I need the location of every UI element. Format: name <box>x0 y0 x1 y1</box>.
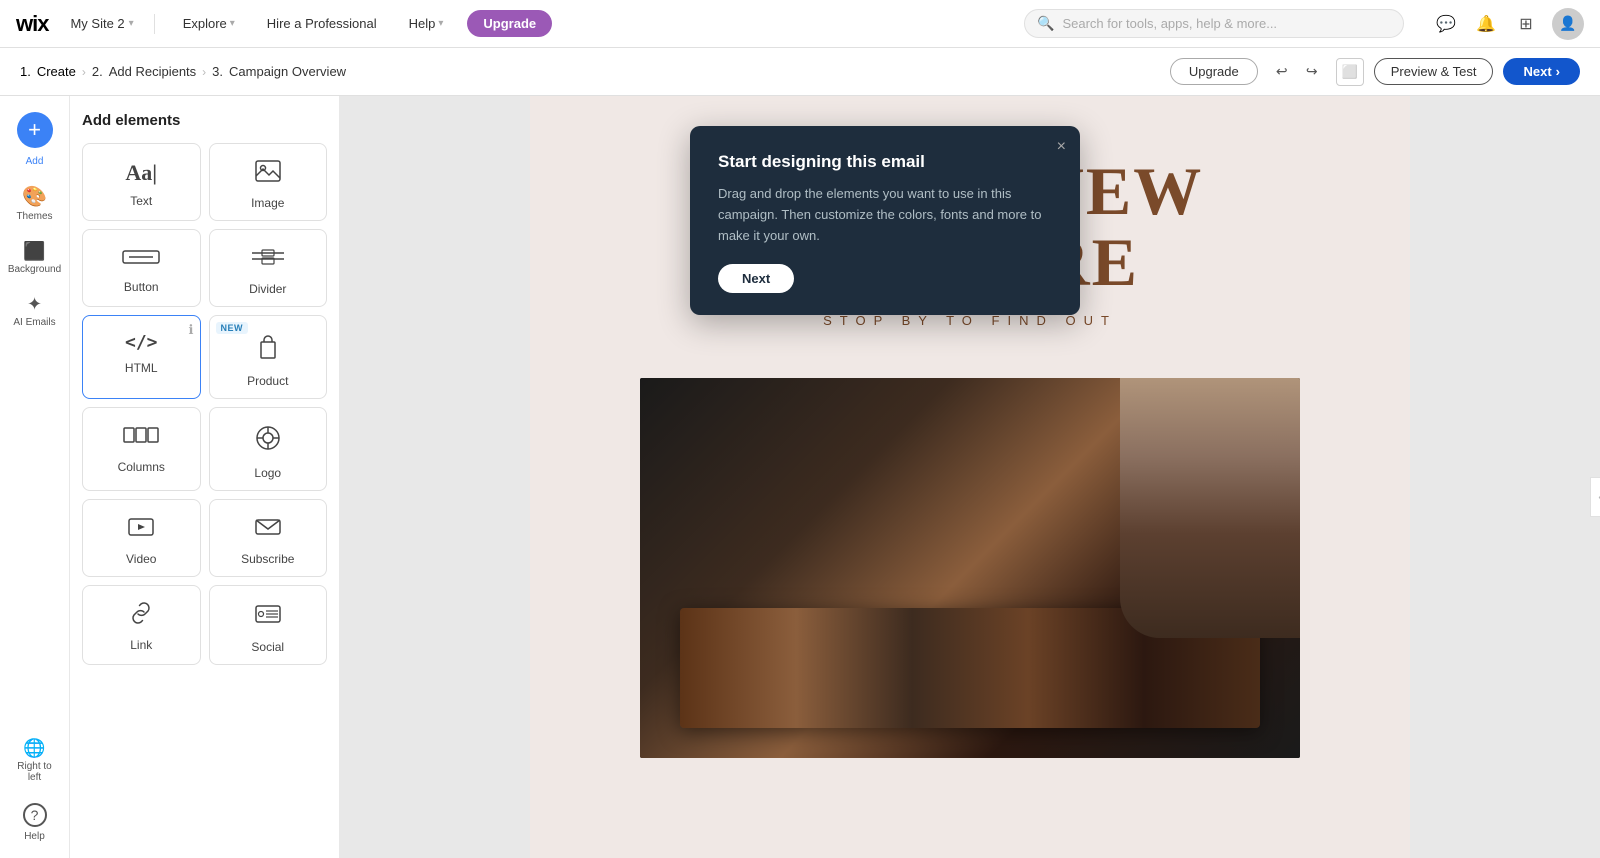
video-element-icon <box>127 516 155 544</box>
image-element-icon <box>255 160 281 188</box>
sidebar-label-themes: Themes <box>16 211 52 222</box>
tooltip-text: Drag and drop the elements you want to u… <box>718 184 1052 246</box>
canvas-area: × Start designing this email Drag and dr… <box>340 96 1600 858</box>
elements-panel-title: Add elements <box>82 112 327 129</box>
sidebar-label-background: Background <box>8 264 61 275</box>
search-placeholder: Search for tools, apps, help & more... <box>1062 16 1277 31</box>
element-button-label: Button <box>124 280 159 294</box>
avatar[interactable]: 👤 <box>1552 8 1584 40</box>
chat-icon[interactable]: 💬 <box>1432 10 1460 38</box>
logo-element-icon <box>254 424 282 458</box>
top-nav: wix My Site 2 ▾ Explore ▾ Hire a Profess… <box>0 0 1600 48</box>
next-button[interactable]: Next › <box>1503 58 1580 85</box>
html-element-icon: </> <box>125 332 158 353</box>
element-image[interactable]: Image <box>209 143 328 221</box>
upgrade-outline-button[interactable]: Upgrade <box>1170 58 1258 85</box>
link-element-icon <box>127 602 155 630</box>
grid-icon[interactable]: ⊞ <box>1512 10 1540 38</box>
element-html[interactable]: ℹ </> HTML <box>82 315 201 399</box>
element-link[interactable]: Link <box>82 585 201 665</box>
sidebar-item-themes[interactable]: 🎨 Themes <box>5 179 65 230</box>
info-icon: ℹ <box>189 322 194 338</box>
element-logo[interactable]: Logo <box>209 407 328 491</box>
element-divider-label: Divider <box>249 282 286 296</box>
button-element-icon <box>121 246 161 272</box>
sidebar-label-rtl: Right to left <box>11 761 59 783</box>
breadcrumb-arrow-1: › <box>82 65 86 79</box>
sidebar-item-rtl[interactable]: 🌐 Right to left <box>5 731 65 791</box>
email-subheadline: STOP BY TO FIND OUT <box>570 313 1370 328</box>
left-sidebar: + Add 🎨 Themes ⬛ Background ✦ AI Emails … <box>0 96 70 858</box>
new-badge: NEW <box>216 322 249 334</box>
chocolate-visual <box>640 378 1300 758</box>
element-subscribe[interactable]: Subscribe <box>209 499 328 577</box>
ai-emails-icon: ✦ <box>27 295 42 313</box>
tooltip-popup: × Start designing this email Drag and dr… <box>690 126 1080 315</box>
nav-hire[interactable]: Hire a Professional <box>259 12 385 35</box>
undo-redo: ↩ ↪ <box>1268 58 1326 86</box>
bell-icon[interactable]: 🔔 <box>1472 10 1500 38</box>
breadcrumb-bar: 1. Create › 2. Add Recipients › 3. Campa… <box>0 48 1600 96</box>
subscribe-element-icon <box>254 516 282 544</box>
element-columns[interactable]: Columns <box>82 407 201 491</box>
element-product-label: Product <box>247 374 288 388</box>
columns-element-icon <box>122 424 160 452</box>
breadcrumb-arrow-2: › <box>202 65 206 79</box>
divider-element-icon <box>248 246 288 274</box>
element-link-label: Link <box>130 638 152 652</box>
breadcrumb-actions: Upgrade ↩ ↪ ⬜ Preview & Test Next › <box>1170 58 1580 86</box>
sidebar-label-ai-emails: AI Emails <box>13 317 55 328</box>
add-label: Add <box>26 156 44 167</box>
element-button[interactable]: Button <box>82 229 201 307</box>
email-image <box>640 378 1300 758</box>
social-element-icon <box>254 602 282 632</box>
nav-help[interactable]: Help ▾ <box>401 12 452 35</box>
text-element-icon: Aa| <box>125 160 157 186</box>
element-video-label: Video <box>126 552 156 566</box>
add-button[interactable]: + <box>17 112 53 148</box>
product-element-icon <box>255 332 281 366</box>
sidebar-item-ai-emails[interactable]: ✦ AI Emails <box>5 287 65 336</box>
nav-explore[interactable]: Explore ▾ <box>175 12 243 35</box>
breadcrumb-steps: 1. Create › 2. Add Recipients › 3. Campa… <box>20 64 1170 79</box>
elements-panel: ‹ Add elements Aa| Text Image Button <box>70 96 340 858</box>
breadcrumb-step-2[interactable]: 2. Add Recipients <box>92 64 196 79</box>
sidebar-label-help: Help <box>24 831 45 842</box>
element-product[interactable]: NEW Product <box>209 315 328 399</box>
breadcrumb-step-1[interactable]: 1. Create <box>20 64 76 79</box>
element-columns-label: Columns <box>118 460 165 474</box>
desktop-view-button[interactable]: ⬜ <box>1336 58 1364 86</box>
tooltip-next-button[interactable]: Next <box>718 264 794 293</box>
preview-test-button[interactable]: Preview & Test <box>1374 58 1494 85</box>
search-icon: 🔍 <box>1037 15 1054 32</box>
element-social[interactable]: Social <box>209 585 328 665</box>
element-text[interactable]: Aa| Text <box>82 143 201 221</box>
upgrade-button[interactable]: Upgrade <box>467 10 552 37</box>
site-name[interactable]: My Site 2 ▾ <box>70 16 133 31</box>
help-icon: ? <box>23 803 47 827</box>
element-logo-label: Logo <box>254 466 281 480</box>
elements-grid: Aa| Text Image Button <box>82 143 327 665</box>
element-divider[interactable]: Divider <box>209 229 328 307</box>
element-text-label: Text <box>130 194 152 208</box>
background-icon: ⬛ <box>23 242 45 260</box>
sidebar-item-background[interactable]: ⬛ Background <box>5 234 65 283</box>
tooltip-close-button[interactable]: × <box>1057 138 1066 156</box>
redo-button[interactable]: ↪ <box>1298 58 1326 86</box>
element-video[interactable]: Video <box>82 499 201 577</box>
rtl-icon: 🌐 <box>23 739 45 757</box>
element-subscribe-label: Subscribe <box>241 552 294 566</box>
wix-logo: wix <box>16 11 48 37</box>
breadcrumb-step-3[interactable]: 3. Campaign Overview <box>212 64 346 79</box>
nav-icons: 💬 🔔 ⊞ 👤 <box>1432 8 1584 40</box>
element-html-label: HTML <box>125 361 158 375</box>
search-bar[interactable]: 🔍 Search for tools, apps, help & more... <box>1024 9 1404 38</box>
element-image-label: Image <box>251 196 284 210</box>
themes-icon: 🎨 <box>22 187 47 207</box>
undo-button[interactable]: ↩ <box>1268 58 1296 86</box>
tooltip-title: Start designing this email <box>718 152 1052 172</box>
element-social-label: Social <box>251 640 284 654</box>
sidebar-item-help[interactable]: ? Help <box>5 795 65 850</box>
main-layout: + Add 🎨 Themes ⬛ Background ✦ AI Emails … <box>0 96 1600 858</box>
